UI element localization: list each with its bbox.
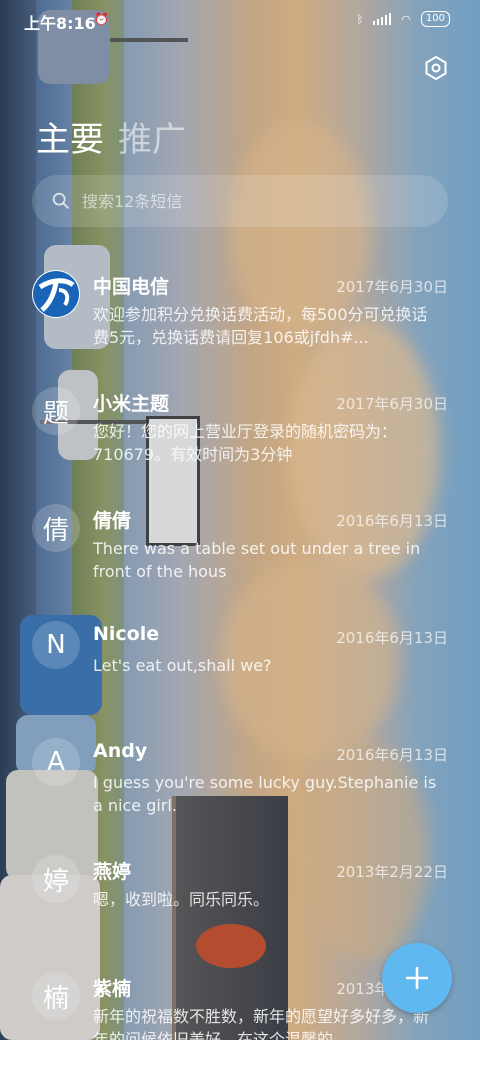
- avatar: N: [32, 621, 80, 669]
- conversation-item[interactable]: 题 小米主题 2017年6月30日 您好！您的网上营业厅登录的随机密码为：710…: [0, 379, 480, 496]
- message-preview: 欢迎参加积分兑换话费活动，每500分可兑换话费5元，兑换话费请回复106或jfd…: [93, 305, 428, 347]
- message-preview: Let's eat out,shall we?: [93, 656, 272, 675]
- conversation-item[interactable]: 倩 倩倩 2016年6月13日 There was a table set ou…: [0, 496, 480, 613]
- plus-icon: [406, 967, 428, 989]
- avatar: 婷: [32, 855, 80, 903]
- contact-name: Nicole: [93, 623, 160, 645]
- avatar: 楠: [32, 972, 80, 1020]
- search-bar[interactable]: [32, 175, 448, 227]
- china-telecom-logo-icon: [32, 270, 80, 318]
- message-date: 2016年6月13日: [336, 746, 448, 764]
- bluetooth-icon: ᛒ: [356, 12, 364, 26]
- settings-icon[interactable]: [424, 55, 448, 81]
- status-bar: 上午8:16 ⏰ ᛒ ◠ 100: [0, 0, 480, 40]
- status-right-icons: ᛒ ◠ 100: [357, 11, 450, 27]
- message-preview: I guess you're some lucky guy.Stephanie …: [93, 773, 437, 815]
- conversation-item[interactable]: N Nicole 2016年6月13日 Let's eat out,shall …: [0, 613, 480, 730]
- battery-icon: 100: [420, 11, 450, 27]
- contact-name: Andy: [93, 740, 148, 762]
- message-preview: 新年的祝福数不胜数，新年的愿望好多好多，新年的问候依旧美好，在这个温馨的: [93, 1007, 430, 1049]
- message-preview: There was a table set out under a tree i…: [93, 539, 421, 581]
- contact-name: 倩倩: [93, 510, 132, 532]
- contact-name: 小米主题: [93, 393, 170, 415]
- new-message-button[interactable]: [382, 943, 452, 1013]
- conversation-item[interactable]: 中国电信 2017年6月30日 欢迎参加积分兑换话费活动，每500分可兑换话费5…: [0, 262, 480, 379]
- signal-icon: [373, 13, 392, 25]
- search-input[interactable]: [80, 190, 404, 212]
- category-tabs: 主要 推广: [36, 112, 186, 161]
- message-date: 2017年6月30日: [336, 278, 448, 296]
- wifi-icon: ◠: [401, 12, 411, 26]
- alarm-icon: ⏰: [94, 12, 109, 26]
- avatar: 倩: [32, 504, 80, 552]
- contact-name: 中国电信: [93, 276, 170, 298]
- battery-level: 100: [425, 13, 445, 24]
- message-preview: 您好！您的网上营业厅登录的随机密码为：710679。有效时间为3分钟: [93, 422, 398, 464]
- tab-promo[interactable]: 推广: [118, 112, 186, 161]
- avatar: A: [32, 738, 80, 786]
- conversation-item[interactable]: A Andy 2016年6月13日 I guess you're some lu…: [0, 730, 480, 847]
- contact-name: 紫楠: [93, 978, 132, 1000]
- status-time: 上午8:16: [24, 14, 96, 33]
- message-date: 2016年6月13日: [336, 512, 448, 530]
- message-date: 2016年6月13日: [336, 629, 448, 647]
- contact-name: 燕婷: [93, 861, 132, 883]
- message-date: 2017年6月30日: [336, 395, 448, 413]
- message-preview: 嗯，收到啦。同乐同乐。: [93, 890, 270, 909]
- message-date: 2013年2月22日: [336, 863, 448, 881]
- avatar: 题: [32, 387, 80, 435]
- search-icon: [52, 192, 69, 209]
- tab-main[interactable]: 主要: [36, 112, 104, 161]
